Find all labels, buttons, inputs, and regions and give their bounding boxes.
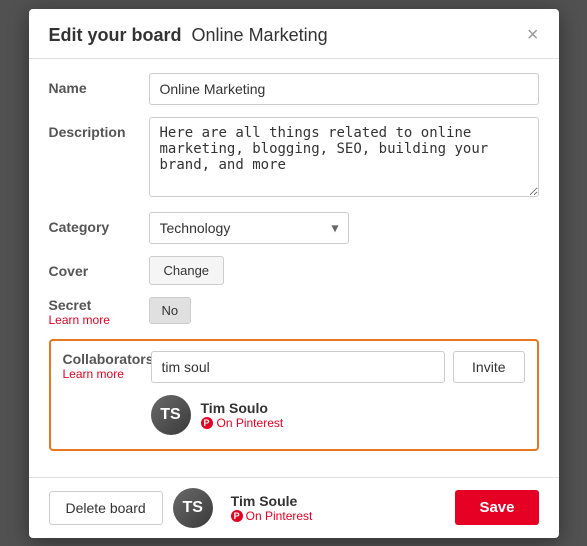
footer-left: Delete board TS Tim Soule P On Pinterest bbox=[49, 488, 313, 528]
footer-user-info: Tim Soule P On Pinterest bbox=[231, 493, 313, 523]
secret-label-stack: Secret Learn more bbox=[49, 297, 149, 327]
footer-user-platform: P On Pinterest bbox=[231, 509, 313, 523]
avatar: TS bbox=[151, 395, 191, 435]
description-field-wrapper: Here are all things related to online ma… bbox=[149, 117, 539, 200]
delete-board-button[interactable]: Delete board bbox=[49, 491, 163, 525]
category-select-wrapper: Technology Art Design Food Travel ▾ bbox=[149, 212, 349, 244]
invite-button[interactable]: Invite bbox=[453, 351, 524, 383]
collaborators-control: Invite TS Tim Soulo P On Pinter bbox=[151, 351, 525, 439]
category-row: Category Technology Art Design Food Trav… bbox=[49, 212, 539, 244]
description-row: Description Here are all things related … bbox=[49, 117, 539, 200]
modal-title-prefix: Edit your board bbox=[49, 25, 182, 45]
modal-title: Edit your board Online Marketing bbox=[49, 25, 328, 46]
suggestion-platform-text: On Pinterest bbox=[217, 416, 284, 430]
toggle-no-option[interactable]: No bbox=[150, 298, 191, 323]
name-row: Name bbox=[49, 73, 539, 105]
edit-board-modal: Edit your board Online Marketing × Name … bbox=[29, 9, 559, 538]
footer-user: TS Tim Soule P On Pinterest bbox=[173, 488, 313, 528]
close-button[interactable]: × bbox=[527, 25, 539, 45]
secret-toggle-wrapper: No bbox=[149, 297, 539, 324]
cover-row: Cover Change bbox=[49, 256, 539, 285]
secret-learn-more-link[interactable]: Learn more bbox=[49, 313, 149, 327]
category-field-wrapper: Technology Art Design Food Travel ▾ bbox=[149, 212, 539, 244]
save-button[interactable]: Save bbox=[455, 490, 538, 525]
description-input[interactable]: Here are all things related to online ma… bbox=[149, 117, 539, 197]
suggestion-info: Tim Soulo P On Pinterest bbox=[201, 400, 284, 430]
change-cover-button[interactable]: Change bbox=[149, 256, 225, 285]
collaborators-label-stack: Collaborators Learn more bbox=[63, 351, 151, 381]
category-label: Category bbox=[49, 212, 149, 235]
collaborators-label: Collaborators bbox=[63, 351, 151, 367]
footer-avatar: TS bbox=[173, 488, 213, 528]
cover-field-wrapper: Change bbox=[149, 256, 539, 285]
category-select[interactable]: Technology Art Design Food Travel bbox=[149, 212, 349, 244]
modal-header: Edit your board Online Marketing × bbox=[29, 9, 559, 59]
modal-footer: Delete board TS Tim Soule P On Pinterest… bbox=[29, 477, 559, 538]
footer-platform-text: On Pinterest bbox=[246, 509, 313, 523]
name-input[interactable] bbox=[149, 73, 539, 105]
footer-avatar-image: TS bbox=[173, 488, 213, 528]
collaborators-inner: Collaborators Learn more Invite TS bbox=[63, 351, 525, 439]
secret-label: Secret bbox=[49, 297, 149, 313]
secret-toggle[interactable]: No bbox=[149, 297, 192, 324]
collaborators-search-input[interactable] bbox=[151, 351, 446, 383]
description-label: Description bbox=[49, 117, 149, 140]
collaborators-input-row: Invite bbox=[151, 351, 525, 383]
name-field-wrapper bbox=[149, 73, 539, 105]
pinterest-icon: P bbox=[201, 417, 213, 429]
suggestion-platform: P On Pinterest bbox=[201, 416, 284, 430]
toggle-container: No bbox=[149, 297, 539, 324]
secret-row: Secret Learn more No bbox=[49, 297, 539, 327]
suggestion-name: Tim Soulo bbox=[201, 400, 284, 416]
name-label: Name bbox=[49, 73, 149, 96]
collaborators-learn-more-link[interactable]: Learn more bbox=[63, 367, 151, 381]
modal-body: Name Description Here are all things rel… bbox=[29, 59, 559, 477]
footer-pinterest-icon: P bbox=[231, 510, 243, 522]
collaborator-suggestion[interactable]: TS Tim Soulo P On Pinterest bbox=[151, 391, 525, 439]
avatar-image: TS bbox=[151, 395, 191, 435]
modal-title-board: Online Marketing bbox=[192, 25, 328, 45]
footer-user-name: Tim Soule bbox=[231, 493, 313, 509]
cover-label: Cover bbox=[49, 256, 149, 279]
collaborators-section: Collaborators Learn more Invite TS bbox=[49, 339, 539, 451]
modal-overlay: Edit your board Online Marketing × Name … bbox=[0, 0, 587, 546]
